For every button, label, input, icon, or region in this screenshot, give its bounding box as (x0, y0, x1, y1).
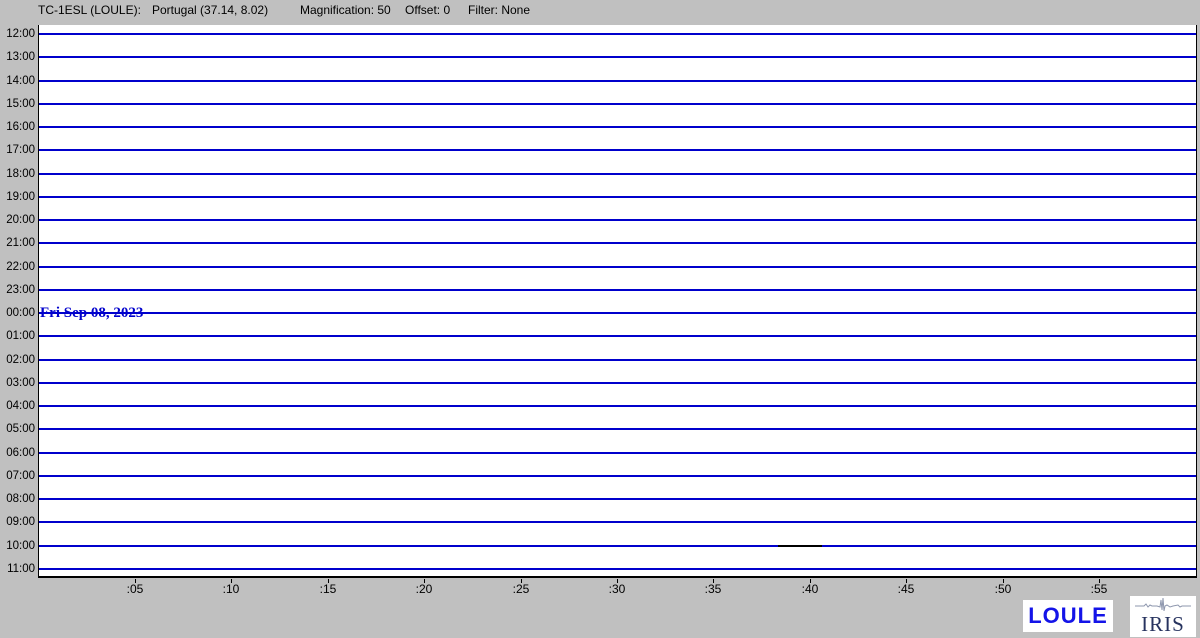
iris-logo-label: IRIS (1141, 614, 1185, 635)
minute-label-:50: :50 (981, 583, 1025, 596)
magnification-label: Magnification: 50 (300, 3, 391, 17)
trace-line-07:00 (39, 475, 1196, 477)
station-logo: LOULE (1023, 600, 1113, 632)
minute-label-:10: :10 (209, 583, 253, 596)
filter-label: Filter: None (468, 3, 530, 17)
trace-line-21:00 (39, 242, 1196, 244)
minute-label-:05: :05 (113, 583, 157, 596)
minute-label-:40: :40 (788, 583, 832, 596)
hour-label-16:00: 16:00 (0, 121, 35, 133)
location-label: Portugal (37.14, 8.02) (152, 3, 268, 17)
trace-line-05:00 (39, 428, 1196, 430)
hour-label-05:00: 05:00 (0, 423, 35, 435)
trace-line-10:00 (39, 545, 1196, 547)
trace-line-02:00 (39, 359, 1196, 361)
hour-label-18:00: 18:00 (0, 168, 35, 180)
hour-label-20:00: 20:00 (0, 214, 35, 226)
hour-label-09:00: 09:00 (0, 516, 35, 528)
trace-line-06:00 (39, 452, 1196, 454)
hour-label-17:00: 17:00 (0, 144, 35, 156)
minute-label-:15: :15 (306, 583, 350, 596)
hour-label-04:00: 04:00 (0, 400, 35, 412)
hour-label-19:00: 19:00 (0, 191, 35, 203)
trace-line-19:00 (39, 196, 1196, 198)
minute-label-:55: :55 (1077, 583, 1121, 596)
minute-label-:30: :30 (595, 583, 639, 596)
hour-label-13:00: 13:00 (0, 51, 35, 63)
hour-label-14:00: 14:00 (0, 75, 35, 87)
hour-label-00:00: 00:00 (0, 307, 35, 319)
hour-label-15:00: 15:00 (0, 98, 35, 110)
hour-label-02:00: 02:00 (0, 354, 35, 366)
trace-line-00:00 (39, 312, 1196, 314)
trace-line-16:00 (39, 126, 1196, 128)
trace-line-15:00 (39, 103, 1196, 105)
trace-line-04:00 (39, 405, 1196, 407)
trace-line-13:00 (39, 56, 1196, 58)
hour-label-21:00: 21:00 (0, 237, 35, 249)
helicorder-plot-area[interactable]: Fri Sep 08, 2023 (38, 25, 1197, 578)
trace-line-23:00 (39, 289, 1196, 291)
trace-line-09:00 (39, 521, 1196, 523)
minute-label-:45: :45 (884, 583, 928, 596)
pen-gap-segment (778, 545, 822, 547)
trace-line-12:00 (39, 33, 1196, 35)
minute-label-:20: :20 (402, 583, 446, 596)
trace-line-17:00 (39, 149, 1196, 151)
hour-label-11:00: 11:00 (0, 563, 35, 575)
minute-label-:35: :35 (691, 583, 735, 596)
trace-line-11:00 (39, 568, 1196, 570)
hour-label-06:00: 06:00 (0, 447, 35, 459)
hour-label-03:00: 03:00 (0, 377, 35, 389)
hour-label-12:00: 12:00 (0, 28, 35, 40)
trace-line-08:00 (39, 498, 1196, 500)
station-logo-label: LOULE (1028, 605, 1108, 627)
helicorder-window: { "window": { "background_color": "#c0c0… (0, 0, 1200, 638)
trace-line-22:00 (39, 266, 1196, 268)
hour-label-23:00: 23:00 (0, 284, 35, 296)
hour-label-01:00: 01:00 (0, 330, 35, 342)
hour-label-07:00: 07:00 (0, 470, 35, 482)
trace-line-14:00 (39, 80, 1196, 82)
iris-logo: IRIS (1130, 596, 1196, 637)
offset-label: Offset: 0 (405, 3, 450, 17)
hour-label-10:00: 10:00 (0, 540, 35, 552)
trace-line-20:00 (39, 219, 1196, 221)
hour-label-22:00: 22:00 (0, 261, 35, 273)
station-label: TC-1ESL (LOULE): (38, 3, 141, 17)
trace-line-01:00 (39, 335, 1196, 337)
minute-label-:25: :25 (499, 583, 543, 596)
hour-label-08:00: 08:00 (0, 493, 35, 505)
trace-line-03:00 (39, 382, 1196, 384)
trace-line-18:00 (39, 173, 1196, 175)
